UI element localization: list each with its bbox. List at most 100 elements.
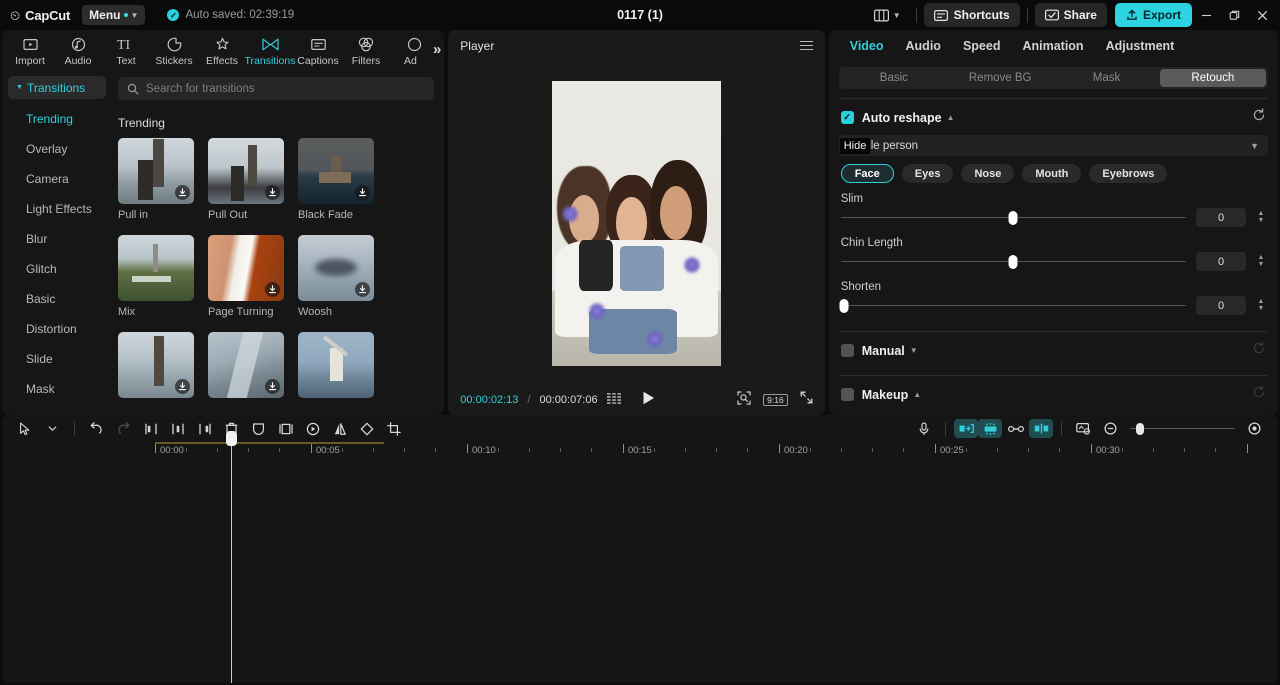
stepper-icon[interactable]: ▲ ▼ (1256, 210, 1266, 224)
slider-value[interactable]: 0 (1196, 208, 1246, 227)
category-item-light-effects[interactable]: Light Effects (8, 194, 106, 224)
smart-tool-icon[interactable] (978, 419, 1002, 438)
tab-speed[interactable]: Speed (952, 39, 1012, 53)
search-input[interactable]: Search for transitions (118, 77, 435, 100)
slider-track[interactable] (839, 298, 1186, 313)
slider-track[interactable] (840, 254, 1186, 269)
subtab-remove-bg[interactable]: Remove BG (947, 69, 1053, 87)
chevron-up-icon[interactable]: ▲ (913, 390, 921, 399)
stepper-icon[interactable]: ▲ ▼ (1256, 298, 1266, 312)
chevron-down-icon[interactable] (39, 418, 66, 440)
transition-card[interactable] (208, 332, 284, 403)
tool-tab-import[interactable]: Import (6, 33, 54, 67)
share-button[interactable]: Share (1034, 3, 1107, 27)
category-item-basic[interactable]: Basic (8, 284, 106, 314)
category-item-camera[interactable]: Camera (8, 164, 106, 194)
rotate-icon[interactable] (353, 418, 380, 440)
face-detection-bracket[interactable] (665, 111, 712, 164)
transition-card[interactable]: Mix (118, 235, 194, 318)
slider-value[interactable]: 0 (1196, 252, 1246, 271)
transition-card[interactable] (118, 332, 194, 403)
category-item-distortion[interactable]: Distortion (8, 314, 106, 344)
subtab-basic[interactable]: Basic (841, 69, 947, 87)
video-preview[interactable] (552, 80, 721, 366)
fullscreen-icon[interactable] (800, 391, 813, 409)
slider-knob[interactable] (1008, 254, 1018, 269)
split-right-icon[interactable] (191, 418, 218, 440)
timeline-ruler[interactable]: 00:00 00:05 00:10 00:15 00:20 00:25 00:3… (4, 442, 1278, 460)
category-item-overlay[interactable]: Overlay (8, 134, 106, 164)
subtab-mask[interactable]: Mask (1053, 69, 1159, 87)
slider-value[interactable]: 0 (1196, 296, 1246, 315)
reverse-icon[interactable] (299, 418, 326, 440)
tool-tab-transitions[interactable]: Transitions (245, 33, 295, 67)
auto-reshape-checkbox[interactable]: ✓ (840, 111, 854, 124)
chevron-right-more-icon[interactable]: » (433, 41, 441, 58)
split-icon[interactable] (164, 418, 191, 440)
tool-tab-adjustment[interactable]: Ad (390, 33, 438, 67)
reset-icon[interactable] (1252, 385, 1266, 404)
pill-mouth[interactable]: Mouth (1022, 164, 1082, 183)
category-header-transitions[interactable]: ▼ Transitions (8, 76, 106, 99)
crop-frame-icon[interactable] (272, 418, 299, 440)
preview-card-icon[interactable] (1070, 418, 1097, 440)
category-item-blur[interactable]: Blur (8, 224, 106, 254)
tab-audio[interactable]: Audio (895, 39, 952, 53)
pill-face[interactable]: Face (840, 164, 894, 183)
hamburger-icon[interactable] (799, 40, 813, 51)
download-icon[interactable] (265, 282, 280, 297)
download-icon[interactable] (265, 185, 280, 200)
snap-icon[interactable] (1029, 419, 1053, 438)
transition-card[interactable]: Pull Out (208, 138, 284, 221)
tab-video[interactable]: Video (839, 39, 895, 53)
download-icon[interactable] (265, 379, 280, 394)
slider-knob[interactable] (839, 298, 849, 313)
transition-card[interactable]: Woosh (298, 235, 374, 318)
crop-detect-icon[interactable] (737, 390, 751, 410)
download-icon[interactable] (175, 379, 190, 394)
reset-icon[interactable] (1252, 341, 1266, 360)
export-button[interactable]: Export (1114, 3, 1192, 27)
tool-tab-captions[interactable]: Captions (294, 33, 342, 67)
zoom-out-icon[interactable] (1097, 418, 1124, 440)
download-icon[interactable] (175, 185, 190, 200)
maximize-button[interactable] (1220, 1, 1248, 29)
pill-eyebrows[interactable]: Eyebrows (1089, 164, 1168, 183)
select-arrow-icon[interactable] (12, 418, 39, 440)
tool-tab-filters[interactable]: Filters (342, 33, 390, 67)
transition-card[interactable]: Page Turning (208, 235, 284, 318)
category-item-trending[interactable]: Trending (8, 104, 106, 134)
category-item-slide[interactable]: Slide (8, 344, 106, 374)
pill-nose[interactable]: Nose (961, 164, 1015, 183)
pill-eyes[interactable]: Eyes (901, 164, 954, 183)
shortcuts-button[interactable]: Shortcuts (923, 3, 1020, 27)
transition-card[interactable]: Pull in (118, 138, 194, 221)
close-button[interactable] (1248, 1, 1276, 29)
tool-tab-text[interactable]: TI Text (102, 33, 150, 67)
timeline-zoom-slider[interactable] (1130, 422, 1235, 436)
auto-cut-icon[interactable] (954, 419, 978, 438)
subtab-retouch[interactable]: Retouch (1159, 69, 1267, 87)
chevron-down-icon[interactable]: ▼ (910, 346, 918, 355)
category-item-mask[interactable]: Mask (8, 374, 106, 404)
mirror-icon[interactable] (326, 418, 353, 440)
tool-tab-stickers[interactable]: Stickers (150, 33, 198, 67)
person-dropdown[interactable]: Single person ▼ (838, 135, 1268, 156)
microphone-icon[interactable] (910, 418, 937, 440)
chevron-up-icon[interactable]: ▲ (947, 113, 955, 122)
slider-knob[interactable] (1008, 210, 1018, 225)
stepper-icon[interactable]: ▲ ▼ (1256, 254, 1266, 268)
tool-tab-audio[interactable]: Audio (54, 33, 102, 67)
tab-animation[interactable]: Animation (1011, 39, 1094, 53)
aspect-ratio-badge[interactable]: 9:16 (763, 393, 788, 407)
freeze-shield-icon[interactable] (245, 418, 272, 440)
tool-tab-effects[interactable]: Effects (198, 33, 246, 67)
slider-track[interactable] (840, 210, 1186, 225)
makeup-checkbox[interactable] (840, 388, 854, 401)
playhead-handle[interactable] (226, 431, 237, 446)
zoom-slider-knob[interactable] (1136, 422, 1144, 435)
reset-icon[interactable] (1252, 108, 1266, 127)
undo-icon[interactable] (83, 418, 110, 440)
link-icon[interactable] (1002, 418, 1029, 440)
download-icon[interactable] (355, 282, 370, 297)
